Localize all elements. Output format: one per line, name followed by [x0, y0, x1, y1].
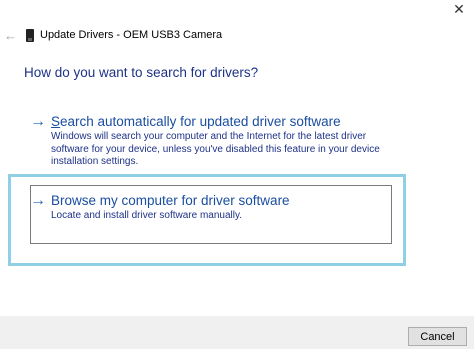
arrow-right-icon: →: [30, 113, 46, 130]
page-question: How do you want to search for drivers?: [24, 65, 259, 80]
device-icon: [26, 29, 34, 42]
dialog-footer: Cancel: [0, 316, 474, 349]
option-description: Windows will search your computer and th…: [51, 131, 380, 167]
option-title[interactable]: Search automatically for updated driver …: [51, 114, 341, 129]
cancel-button[interactable]: Cancel: [408, 327, 467, 346]
back-arrow-icon[interactable]: ←: [4, 28, 20, 44]
close-icon[interactable]: ✕: [444, 0, 474, 18]
dialog-title: Update Drivers - OEM USB3 Camera: [40, 29, 223, 41]
option-title[interactable]: Browse my computer for driver software: [51, 193, 290, 208]
update-drivers-dialog: ✕ ← Update Drivers - OEM USB3 Camera How…: [0, 0, 474, 349]
option-description: Locate and install driver software manua…: [51, 210, 243, 221]
dialog-header: ← Update Drivers - OEM USB3 Camera: [0, 24, 474, 48]
arrow-right-icon: →: [30, 192, 46, 209]
